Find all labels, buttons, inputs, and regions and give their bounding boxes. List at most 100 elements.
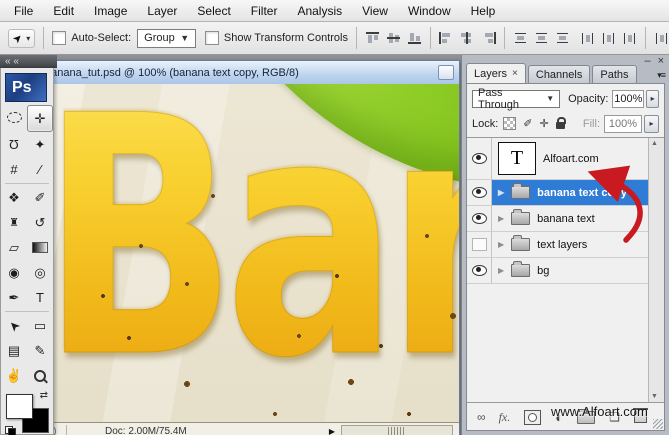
tab-paths[interactable]: Paths: [592, 65, 637, 83]
visibility-toggle[interactable]: [467, 232, 492, 257]
auto-select-dropdown[interactable]: Group ▼: [137, 28, 197, 48]
tool-gradient[interactable]: [27, 235, 53, 260]
tool-elliptical-marquee[interactable]: [1, 105, 27, 130]
menu-filter[interactable]: Filter: [241, 1, 288, 21]
tool-eraser[interactable]: ▱: [1, 235, 27, 260]
align-bottom-icon[interactable]: [407, 32, 422, 44]
status-menu-arrow-icon[interactable]: ▶: [329, 427, 335, 435]
tool-notes[interactable]: ▤: [1, 338, 27, 363]
tool-crop[interactable]: #: [1, 157, 27, 182]
layer-style-fx-icon[interactable]: fx.: [499, 410, 511, 425]
layer-name[interactable]: banana text copy: [537, 187, 627, 199]
tab-channels[interactable]: Channels: [527, 65, 591, 83]
maximize-button[interactable]: [438, 65, 454, 80]
menu-view[interactable]: View: [352, 1, 398, 21]
expand-triangle-icon[interactable]: ▶: [498, 214, 504, 223]
tool-eyedropper[interactable]: ✎: [27, 338, 53, 363]
tool-zoom[interactable]: [27, 363, 53, 388]
tool-quick-selection[interactable]: ✦: [27, 132, 53, 157]
horizontal-scrollbar[interactable]: [341, 424, 453, 435]
fill-slider-button[interactable]: ▸: [644, 114, 659, 133]
add-layer-mask-icon[interactable]: [524, 409, 542, 425]
default-colors-icon[interactable]: [5, 426, 16, 435]
tool-type[interactable]: T: [27, 285, 53, 310]
lock-position-icon[interactable]: ✛: [540, 117, 549, 130]
tool-clone-stamp[interactable]: ♜: [1, 210, 27, 235]
scrollbar-grip[interactable]: [388, 427, 406, 435]
layer-name[interactable]: bg: [537, 265, 549, 277]
tool-preset-move[interactable]: ➤ ▾: [8, 28, 36, 48]
menu-edit[interactable]: Edit: [43, 1, 84, 21]
link-layers-icon[interactable]: ∞: [477, 410, 486, 424]
align-horizontal-centers-icon[interactable]: [460, 32, 475, 44]
distribute-vertical-centers-icon[interactable]: [534, 32, 549, 44]
swap-colors-icon[interactable]: ⇄: [40, 390, 48, 401]
tool-history-brush[interactable]: ↺: [27, 210, 53, 235]
auto-select-checkbox[interactable]: [52, 31, 67, 45]
visibility-toggle[interactable]: [467, 138, 492, 179]
visibility-toggle[interactable]: [467, 180, 492, 205]
tool-dodge[interactable]: ◎: [27, 260, 53, 285]
distribute-bottom-icon[interactable]: [555, 32, 570, 44]
menu-analysis[interactable]: Analysis: [287, 1, 352, 21]
document-title-bar[interactable]: banana_tut.psd @ 100% (banana text copy,…: [37, 61, 459, 85]
foreground-color-swatch[interactable]: [6, 394, 33, 419]
panel-resize-grip[interactable]: [653, 419, 663, 429]
distribute-right-icon[interactable]: [622, 32, 637, 44]
text-layer-thumbnail[interactable]: T: [498, 142, 536, 175]
tool-brush[interactable]: ✐: [27, 185, 53, 210]
show-transform-checkbox[interactable]: [204, 31, 219, 45]
scroll-up-icon[interactable]: ▲: [651, 140, 658, 147]
lock-pixels-icon[interactable]: ✐: [523, 117, 532, 130]
tool-healing-patch[interactable]: ❖: [1, 185, 27, 210]
distribute-left-icon[interactable]: [580, 32, 595, 44]
menu-image[interactable]: Image: [84, 1, 137, 21]
expand-triangle-icon[interactable]: ▶: [498, 188, 504, 197]
tool-lasso[interactable]: Ω: [1, 132, 27, 157]
lock-transparency-icon[interactable]: [503, 117, 517, 130]
visibility-toggle[interactable]: [467, 206, 492, 231]
layer-row-bg[interactable]: ▶ bg: [467, 258, 649, 284]
visibility-toggle[interactable]: [467, 258, 492, 283]
scroll-down-icon[interactable]: ▼: [651, 393, 658, 400]
align-top-icon[interactable]: [365, 32, 380, 44]
tool-move[interactable]: ✛: [27, 105, 53, 132]
blend-mode-dropdown[interactable]: Pass Through ▼: [472, 87, 561, 111]
align-left-icon[interactable]: [439, 32, 454, 44]
tool-pen[interactable]: ✒: [1, 285, 27, 310]
layer-row-banana-text-copy[interactable]: ▶ banana text copy: [467, 180, 649, 206]
menu-layer[interactable]: Layer: [137, 1, 187, 21]
tool-hand[interactable]: ✌: [1, 363, 27, 388]
tool-slice[interactable]: ∕: [27, 157, 53, 182]
fill-field[interactable]: 100%: [604, 114, 642, 133]
layer-name[interactable]: text layers: [537, 239, 587, 251]
tool-path-selection[interactable]: ➤: [1, 313, 27, 338]
menu-help[interactable]: Help: [461, 1, 506, 21]
layer-row-banana-text[interactable]: ▶ banana text: [467, 206, 649, 232]
doc-size-readout[interactable]: Doc: 2.00M/75.4M: [105, 426, 187, 435]
menu-window[interactable]: Window: [398, 1, 461, 21]
expand-triangle-icon[interactable]: ▶: [498, 240, 504, 249]
distribute-top-icon[interactable]: [513, 32, 528, 44]
tool-blur[interactable]: ◉: [1, 260, 27, 285]
auto-align-layers-icon[interactable]: [654, 32, 669, 44]
layer-list-scrollbar[interactable]: ▲ ▼: [648, 138, 664, 402]
tool-panel-header[interactable]: « «: [0, 55, 57, 68]
menu-select[interactable]: Select: [187, 1, 240, 21]
tab-close-icon[interactable]: ×: [512, 68, 518, 79]
menu-file[interactable]: File: [4, 1, 43, 21]
opacity-slider-button[interactable]: ▸: [646, 89, 659, 108]
canvas[interactable]: Ban: [37, 84, 459, 423]
tab-layers[interactable]: Layers ×: [466, 63, 526, 83]
opacity-field[interactable]: 100%: [612, 89, 645, 108]
panel-menu-icon[interactable]: ▾≡: [657, 70, 666, 83]
layer-row-text-layers[interactable]: ▶ text layers: [467, 232, 649, 258]
expand-triangle-icon[interactable]: ▶: [498, 266, 504, 275]
layer-name[interactable]: Alfoart.com: [543, 153, 599, 165]
layer-name[interactable]: banana text: [537, 213, 595, 225]
collapse-icon[interactable]: « «: [5, 56, 19, 67]
align-right-icon[interactable]: [481, 32, 496, 44]
align-vertical-centers-icon[interactable]: [386, 32, 401, 44]
distribute-horizontal-centers-icon[interactable]: [601, 32, 616, 44]
lock-all-icon[interactable]: [555, 117, 566, 129]
